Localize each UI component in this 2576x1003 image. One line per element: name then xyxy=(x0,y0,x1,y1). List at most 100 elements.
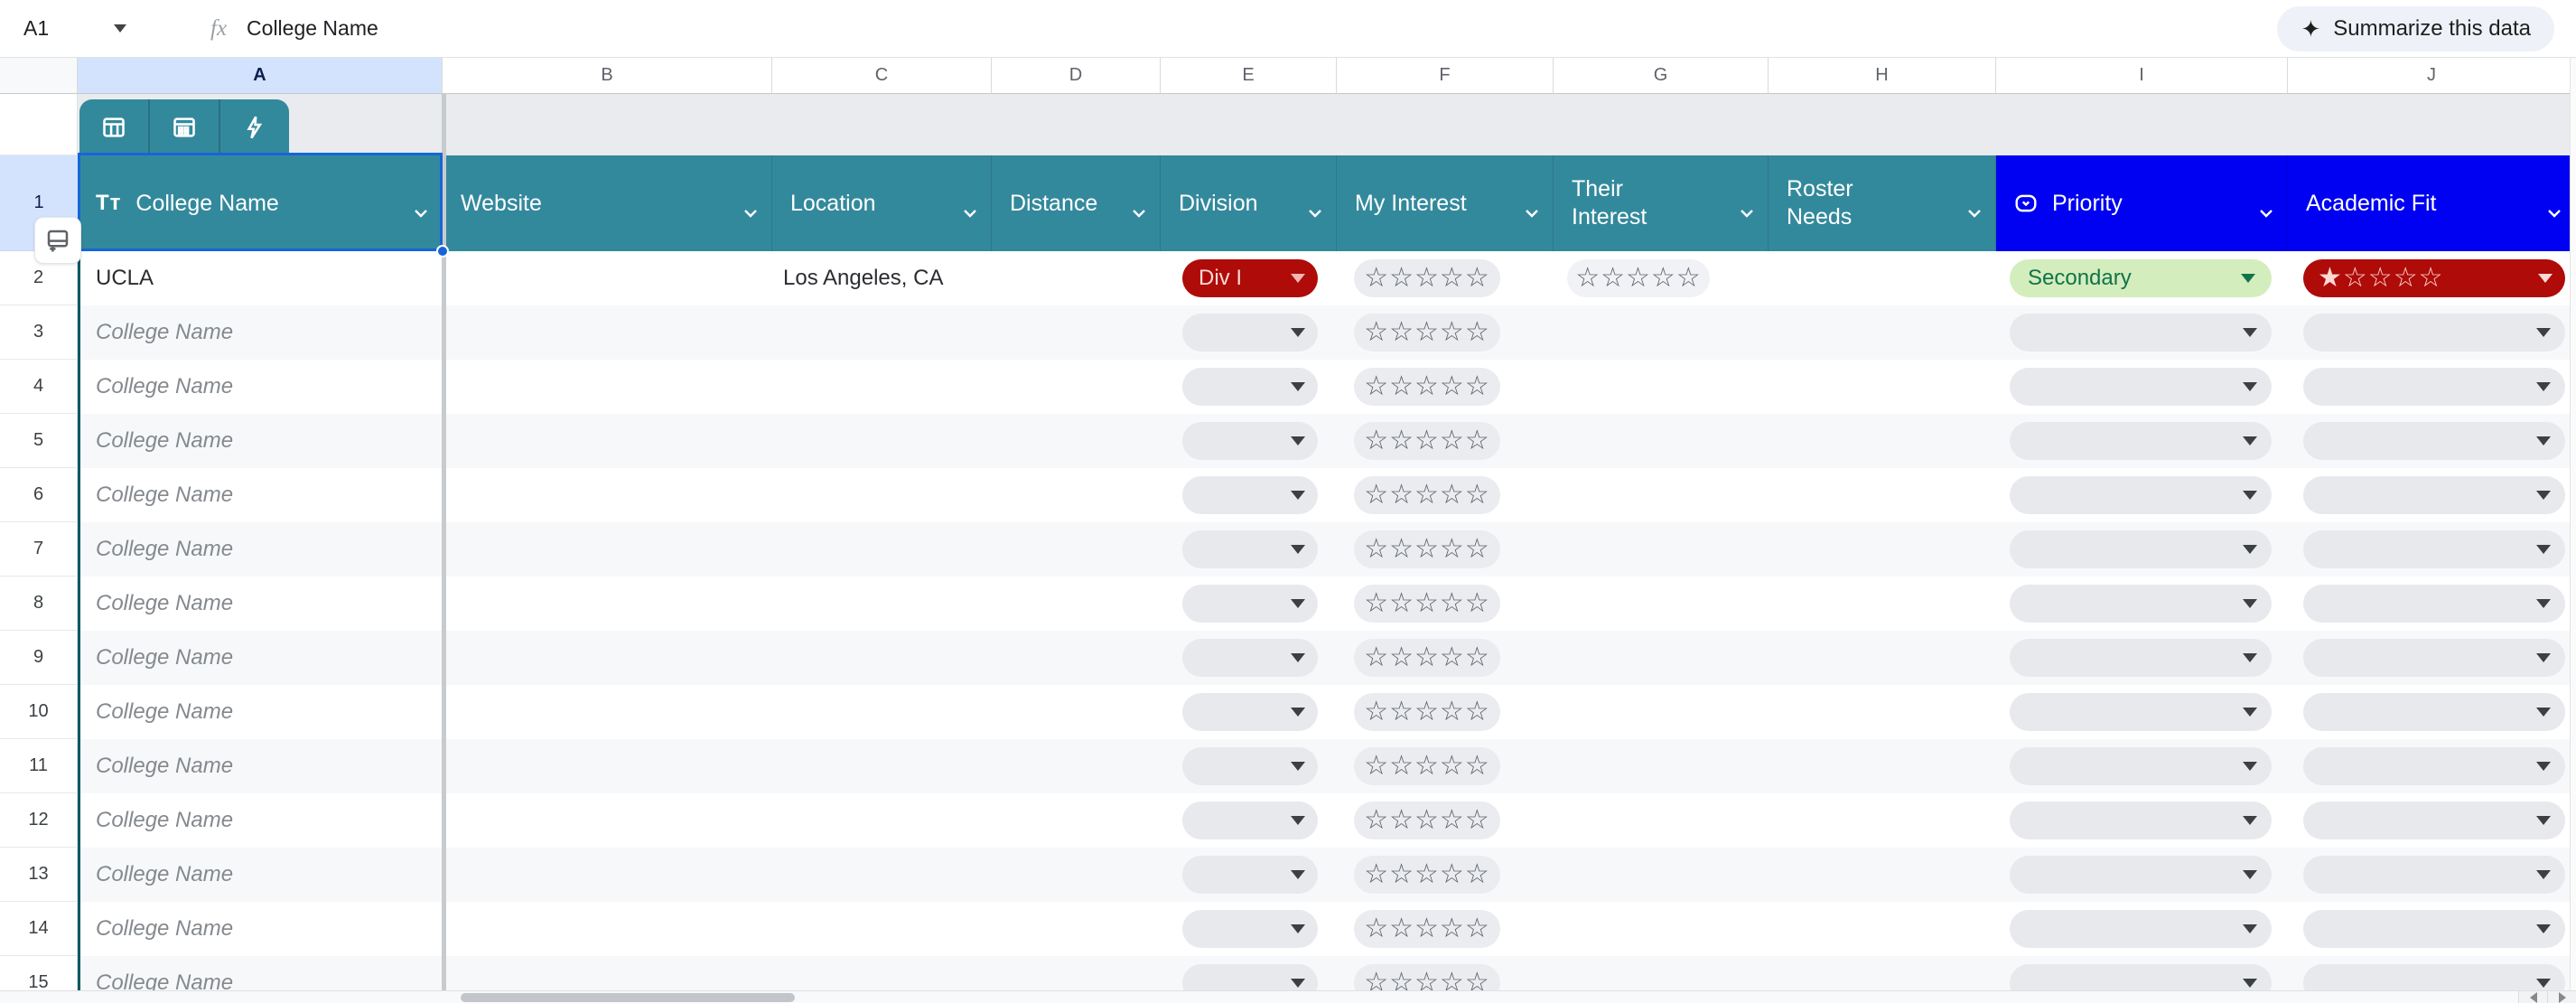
cell-their-interest[interactable] xyxy=(1554,360,1769,414)
column-header-C[interactable]: C xyxy=(772,58,992,94)
cell-website[interactable] xyxy=(443,739,772,793)
cell-their-interest[interactable] xyxy=(1554,414,1769,468)
division-dropdown[interactable] xyxy=(1182,476,1318,514)
academic-fit-dropdown[interactable] xyxy=(2303,314,2565,352)
cell-distance[interactable] xyxy=(992,576,1161,631)
cell-college-name[interactable]: College Name xyxy=(78,793,443,848)
cell-their-interest[interactable] xyxy=(1554,631,1769,685)
row-number[interactable]: 9 xyxy=(0,631,78,685)
summarize-data-button[interactable]: ✦ Summarize this data xyxy=(2277,6,2554,52)
cell-priority[interactable] xyxy=(1996,576,2288,631)
cell-distance[interactable] xyxy=(992,468,1161,522)
header-my-interest[interactable]: My Interest xyxy=(1337,155,1554,251)
my-interest-rating[interactable]: ☆☆☆☆☆ xyxy=(1354,856,1500,894)
priority-dropdown[interactable] xyxy=(2010,693,2272,731)
academic-fit-dropdown[interactable] xyxy=(2303,585,2565,623)
cell-academic-fit[interactable] xyxy=(2288,793,2576,848)
cell-their-interest[interactable]: ☆☆☆☆☆ xyxy=(1554,251,1769,305)
chevron-down-icon[interactable] xyxy=(964,198,976,224)
priority-dropdown[interactable] xyxy=(2010,639,2272,677)
chevron-down-icon[interactable] xyxy=(1968,198,1981,224)
cell-location[interactable] xyxy=(772,685,992,739)
division-chip[interactable]: Div I xyxy=(1182,259,1318,297)
row-number[interactable]: 8 xyxy=(0,576,78,631)
cell-roster-needs[interactable] xyxy=(1769,739,1996,793)
cell-their-interest[interactable] xyxy=(1554,793,1769,848)
cell-website[interactable] xyxy=(443,793,772,848)
column-header-E[interactable]: E xyxy=(1161,58,1337,94)
cell-website[interactable] xyxy=(443,576,772,631)
cell-roster-needs[interactable] xyxy=(1769,360,1996,414)
cell-distance[interactable] xyxy=(992,793,1161,848)
vertical-scrollbar[interactable] xyxy=(2570,58,2576,990)
cell-college-name[interactable]: College Name xyxy=(78,685,443,739)
row-number[interactable]: 5 xyxy=(0,414,78,468)
cell-my-interest[interactable]: ☆☆☆☆☆ xyxy=(1337,522,1554,576)
scroll-right-button[interactable] xyxy=(2547,991,2576,1003)
cell-distance[interactable] xyxy=(992,631,1161,685)
division-dropdown[interactable] xyxy=(1182,801,1318,839)
name-box-caret-icon[interactable] xyxy=(114,24,127,33)
their-interest-rating[interactable]: ☆☆☆☆☆ xyxy=(1567,259,1710,297)
cell-priority[interactable] xyxy=(1996,848,2288,902)
chevron-down-icon[interactable] xyxy=(2548,198,2561,224)
my-interest-rating[interactable]: ☆☆☆☆☆ xyxy=(1354,530,1500,568)
cell-their-interest[interactable] xyxy=(1554,576,1769,631)
division-dropdown[interactable] xyxy=(1182,639,1318,677)
row-number[interactable]: 4 xyxy=(0,360,78,414)
cell-distance[interactable] xyxy=(992,902,1161,956)
cell-division[interactable] xyxy=(1161,793,1337,848)
cell-division[interactable]: Div I xyxy=(1161,251,1337,305)
cell-division[interactable] xyxy=(1161,414,1337,468)
row-number[interactable]: 6 xyxy=(0,468,78,522)
cell-my-interest[interactable]: ☆☆☆☆☆ xyxy=(1337,305,1554,360)
academic-fit-dropdown[interactable] xyxy=(2303,801,2565,839)
cell-my-interest[interactable]: ☆☆☆☆☆ xyxy=(1337,739,1554,793)
cell-division[interactable] xyxy=(1161,360,1337,414)
formula-input[interactable]: College Name xyxy=(247,16,378,41)
cell-location[interactable] xyxy=(772,360,992,414)
priority-dropdown[interactable] xyxy=(2010,747,2272,785)
row-number[interactable]: 10 xyxy=(0,685,78,739)
my-interest-rating[interactable]: ☆☆☆☆☆ xyxy=(1354,585,1500,623)
cell-academic-fit[interactable] xyxy=(2288,305,2576,360)
cell-division[interactable] xyxy=(1161,685,1337,739)
priority-dropdown[interactable] xyxy=(2010,368,2272,406)
chevron-down-icon[interactable] xyxy=(1133,198,1145,224)
my-interest-rating[interactable]: ☆☆☆☆☆ xyxy=(1354,910,1500,948)
priority-dropdown[interactable] xyxy=(2010,476,2272,514)
my-interest-rating[interactable]: ☆☆☆☆☆ xyxy=(1354,801,1500,839)
academic-fit-dropdown[interactable] xyxy=(2303,368,2565,406)
cell-college-name[interactable]: UCLA xyxy=(78,251,443,305)
division-dropdown[interactable] xyxy=(1182,422,1318,460)
cell-roster-needs[interactable] xyxy=(1769,576,1996,631)
header-roster-needs[interactable]: Roster Needs xyxy=(1769,155,1996,251)
chevron-down-icon[interactable] xyxy=(2260,198,2273,224)
cell-their-interest[interactable] xyxy=(1554,739,1769,793)
column-header-D[interactable]: D xyxy=(992,58,1161,94)
cell-website[interactable] xyxy=(443,685,772,739)
cell-location[interactable] xyxy=(772,902,992,956)
my-interest-rating[interactable]: ☆☆☆☆☆ xyxy=(1354,422,1500,460)
cell-their-interest[interactable] xyxy=(1554,522,1769,576)
cell-roster-needs[interactable] xyxy=(1769,685,1996,739)
cell-roster-needs[interactable] xyxy=(1769,468,1996,522)
academic-fit-dropdown[interactable] xyxy=(2303,910,2565,948)
cell-priority[interactable] xyxy=(1996,360,2288,414)
cell-college-name[interactable]: College Name xyxy=(78,414,443,468)
cell-roster-needs[interactable] xyxy=(1769,305,1996,360)
division-dropdown[interactable] xyxy=(1182,856,1318,894)
cell-my-interest[interactable]: ☆☆☆☆☆ xyxy=(1337,793,1554,848)
academic-fit-dropdown[interactable] xyxy=(2303,422,2565,460)
cell-distance[interactable] xyxy=(992,360,1161,414)
cell-location[interactable] xyxy=(772,468,992,522)
priority-dropdown[interactable] xyxy=(2010,530,2272,568)
header-website[interactable]: Website xyxy=(443,155,772,251)
division-dropdown[interactable] xyxy=(1182,314,1318,352)
my-interest-rating[interactable]: ☆☆☆☆☆ xyxy=(1354,368,1500,406)
cell-college-name[interactable]: College Name xyxy=(78,902,443,956)
cell-college-name[interactable]: College Name xyxy=(78,739,443,793)
selection-fill-handle[interactable] xyxy=(436,245,449,258)
priority-dropdown[interactable] xyxy=(2010,585,2272,623)
row-number[interactable]: 12 xyxy=(0,793,78,848)
